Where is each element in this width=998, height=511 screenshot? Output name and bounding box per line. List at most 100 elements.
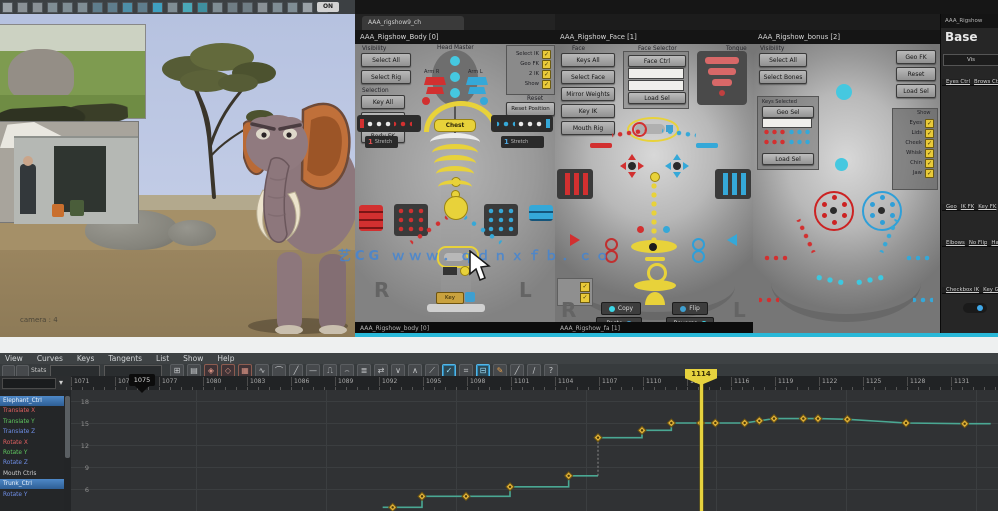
keys-selected-field[interactable]	[762, 118, 812, 128]
eye-l-up-arrow[interactable]	[673, 154, 681, 160]
tongue-tip-control[interactable]	[712, 79, 732, 86]
trunk-dots[interactable]	[649, 182, 659, 244]
eye-r-down-arrow[interactable]	[628, 172, 636, 178]
bottom-red-dots[interactable]	[759, 296, 779, 304]
graph-menu-item[interactable]: Keys	[77, 354, 95, 363]
selection-button[interactable]: Key All	[361, 95, 405, 109]
bonus-checkbox[interactable]: Eyes	[896, 118, 934, 128]
face-button[interactable]: Key IK	[561, 104, 615, 118]
eye-l-left-arrow[interactable]	[665, 162, 671, 170]
tongue-dot-control[interactable]	[719, 90, 725, 96]
option-checkbox[interactable]: Show	[509, 79, 551, 89]
arm-r-red-dots[interactable]	[394, 121, 412, 127]
fingers-l-dots[interactable]	[487, 207, 515, 233]
bottom-blue-dots[interactable]	[913, 296, 933, 304]
visibility-button[interactable]: Select All	[361, 53, 411, 67]
snap-plane-icon[interactable]	[137, 2, 148, 13]
face-selector-field-2[interactable]	[628, 80, 684, 91]
symmetry-icon[interactable]	[287, 2, 298, 13]
channel-group3-item[interactable]: No Flip	[965, 240, 988, 247]
channel-group3-item[interactable]: Elbows	[942, 240, 965, 247]
graph-menu-item[interactable]: View	[5, 354, 23, 363]
eye-r-joint-dots[interactable]	[816, 193, 852, 229]
bonus-checkbox[interactable]: Lids	[896, 128, 934, 138]
channel-row[interactable]: Translate Z	[0, 427, 64, 437]
ipr-render-icon[interactable]	[197, 2, 208, 13]
sliders-l-box[interactable]	[715, 169, 751, 199]
eye-l-right-arrow[interactable]	[683, 162, 689, 170]
eye-r-left-arrow[interactable]	[620, 162, 626, 170]
key-blue-dots-1[interactable]	[787, 128, 812, 136]
channel-row[interactable]: Mouth Ctrls	[0, 469, 64, 479]
arm-l-blue-dots[interactable]	[497, 121, 515, 127]
eye-l-center[interactable]	[673, 162, 681, 170]
clavicle-l-control[interactable]	[468, 87, 486, 94]
bonus-checkbox[interactable]: Chin	[896, 158, 934, 168]
bonus-checkbox[interactable]: Jaw	[896, 168, 934, 178]
scale-tool[interactable]	[77, 2, 88, 13]
input-line-icon[interactable]	[257, 2, 268, 13]
bonus-load-sel-button[interactable]: Load Sel	[762, 153, 814, 165]
make-live-icon[interactable]	[152, 2, 163, 13]
key-red-dots-1[interactable]	[762, 128, 787, 136]
hand-r-control[interactable]	[359, 205, 383, 231]
shoulder-r-control[interactable]	[424, 77, 446, 85]
stretch-l-box[interactable]: 1 Stretch	[501, 136, 544, 148]
channel-group2-item[interactable]: Geo	[942, 204, 957, 211]
hypershade-icon[interactable]	[242, 2, 253, 13]
head-control[interactable]	[450, 56, 460, 66]
neck-control[interactable]	[450, 72, 460, 82]
graph-menu-item[interactable]: Show	[183, 354, 203, 363]
channel-group3-item[interactable]: Hands FK	[987, 240, 998, 247]
flip-button[interactable]: Flip	[672, 302, 708, 315]
face-button[interactable]: Mirror Weights	[561, 87, 615, 101]
graph-area[interactable]	[71, 390, 998, 511]
whisker-l-dots[interactable]	[905, 254, 931, 262]
trunk-r-dot[interactable]	[637, 226, 644, 233]
frame-marker-dark[interactable]: 1075	[129, 374, 155, 386]
move-tool[interactable]	[47, 2, 58, 13]
lasso-tool[interactable]	[17, 2, 28, 13]
snap-curve-icon[interactable]	[107, 2, 118, 13]
nose-dot-control[interactable]	[650, 172, 660, 182]
eye-r-center[interactable]	[628, 162, 636, 170]
time-ruler[interactable]: 1071107410771080108310861089109210951098…	[71, 376, 998, 390]
channel-row[interactable]: Translate Y	[0, 417, 64, 427]
mini-checkbox-1[interactable]: ✓	[580, 282, 590, 292]
channel-row[interactable]: Rotate X	[0, 438, 64, 448]
arm-r-fk-control[interactable]	[422, 97, 430, 105]
channel-group4-item[interactable]: Checkbox IK	[942, 287, 979, 294]
render-settings-icon[interactable]	[212, 2, 223, 13]
eye-l-gimbal[interactable]	[665, 154, 689, 178]
copy-button[interactable]: Copy	[601, 302, 641, 315]
graph-menu-item[interactable]: List	[156, 354, 169, 363]
fingers-r-dots[interactable]	[397, 207, 425, 233]
lower-lip-control[interactable]	[634, 280, 676, 291]
cheek-r-dots[interactable]	[795, 218, 817, 254]
eye-l-down-arrow[interactable]	[673, 172, 681, 178]
channel-row[interactable]: Elephant_Ctrl	[0, 396, 64, 406]
lip-l-ring-2[interactable]	[692, 250, 705, 263]
stretch-r-box[interactable]: 1 Stretch	[365, 136, 398, 148]
arm-l-white-dots[interactable]	[517, 121, 543, 127]
channel-group2-item[interactable]: IK FK	[957, 204, 974, 211]
channel-group2-item[interactable]: Key FK	[974, 204, 996, 211]
select-tool[interactable]	[2, 2, 13, 13]
paint-select-tool[interactable]	[32, 2, 43, 13]
neck-base-control[interactable]	[450, 88, 460, 98]
face-button[interactable]: Select Face	[561, 70, 615, 84]
clavicle-r-control[interactable]	[426, 87, 444, 94]
load-sel-button[interactable]: Load Sel	[628, 92, 686, 104]
geo-sel-button[interactable]: Geo Sel	[762, 106, 814, 118]
picker-tab[interactable]: AAA_rigshow9_ch	[362, 16, 464, 30]
key-red-dots-2[interactable]	[762, 138, 787, 146]
key-button[interactable]: Key	[436, 292, 464, 304]
paint-effects-icon[interactable]	[227, 2, 238, 13]
graph-menu-item[interactable]: Tangents	[108, 354, 142, 363]
mouth-corner-l[interactable]	[727, 234, 737, 246]
eye-r-joint-ring[interactable]	[814, 191, 854, 231]
face-button[interactable]: Mouth Rig	[561, 121, 615, 135]
chest-button[interactable]: Chest	[434, 119, 476, 132]
shoulder-l-control[interactable]	[466, 77, 488, 85]
face-selector-field-1[interactable]	[628, 68, 684, 79]
